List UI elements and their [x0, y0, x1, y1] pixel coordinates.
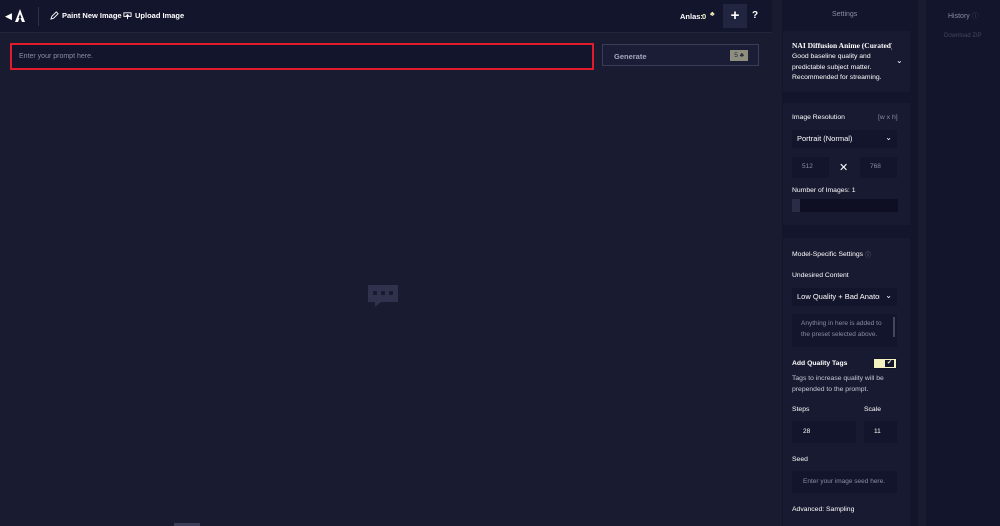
number-of-images-value: 1: [851, 187, 856, 194]
history-title-text: History: [948, 13, 970, 20]
textarea-scrollbar[interactable]: [893, 317, 895, 337]
seed-input[interactable]: Enter your image seed here.: [792, 471, 897, 493]
steps-input[interactable]: 28: [792, 421, 856, 443]
seed-label: Seed: [792, 456, 808, 463]
undesired-preset: Low Quality + Bad Anatomy: [797, 292, 880, 301]
anlas-value: 0: [702, 12, 707, 21]
undesired-placeholder: Anything in here is added to the preset …: [801, 320, 882, 338]
pencil-icon: [50, 11, 59, 20]
undesired-preset-select[interactable]: Low Quality + Bad Anatomy ⌄: [792, 288, 897, 306]
scale-label: Scale: [864, 406, 882, 413]
anlas-label: Anlas:: [680, 12, 703, 21]
advanced-sampling-label[interactable]: Advanced: Sampling: [792, 506, 854, 513]
resolution-hint: [w x h]: [878, 114, 898, 121]
number-of-images-text: Number of Images:: [792, 187, 850, 194]
chevron-down-icon: ⌄: [885, 291, 892, 300]
generate-cost-value: 5: [734, 52, 738, 59]
quality-tags-description: Tags to increase quality will be prepend…: [792, 375, 884, 393]
model-specific-title: Model-Specific Settings: [792, 251, 864, 258]
resolution-label: Image Resolution: [792, 114, 845, 121]
height-value: 768: [870, 163, 881, 170]
chevron-down-icon[interactable]: ⌄: [896, 56, 903, 65]
undesired-content-label: Undesired Content: [792, 272, 849, 279]
scale-value: 11: [874, 428, 881, 435]
model-description: Good baseline quality and predictable su…: [792, 53, 882, 81]
anlas-icon: ♣: [710, 11, 715, 18]
back-arrow-icon[interactable]: ◀: [5, 10, 13, 22]
steps-label: Steps: [792, 406, 810, 413]
resolution-select[interactable]: Portrait (Normal) ⌄: [792, 130, 897, 148]
generate-button[interactable]: Generate 5 ♣: [602, 44, 759, 66]
info-icon[interactable]: ⓘ: [865, 250, 871, 259]
prompt-field-wrapper: [10, 43, 594, 70]
info-icon[interactable]: ⓘ: [972, 13, 979, 20]
number-of-images-slider[interactable]: [792, 199, 898, 212]
divider: [38, 7, 39, 26]
paint-new-image-button[interactable]: Paint New Image: [50, 11, 122, 20]
download-zip-button[interactable]: Download ZIP: [944, 33, 982, 39]
chat-bubble-icon: [368, 285, 398, 307]
width-value: 512: [802, 163, 813, 170]
model-name: NAI Diffusion Anime (Curated): [792, 41, 892, 50]
generate-cost-badge: 5 ♣: [730, 50, 748, 61]
chevron-down-icon: ⌄: [885, 133, 892, 142]
upload-icon: [123, 12, 132, 20]
top-bar: ◀ Paint New Image Upload Image Anlas: 0 …: [0, 0, 772, 33]
resolution-preset: Portrait (Normal): [797, 134, 853, 143]
history-panel: [926, 0, 1000, 526]
upload-image-label: Upload Image: [135, 11, 185, 20]
times-icon: ✕: [839, 162, 849, 174]
steps-value: 28: [803, 428, 811, 435]
seed-placeholder: Enter your image seed here.: [803, 478, 886, 485]
height-input[interactable]: 768: [860, 157, 897, 178]
undesired-content-textarea[interactable]: Anything in here is added to the preset …: [792, 314, 897, 347]
add-anlas-button[interactable]: +: [723, 4, 747, 28]
scale-input[interactable]: 11: [864, 421, 897, 443]
number-of-images-label: Number of Images: 1: [792, 187, 855, 194]
paint-new-image-label: Paint New Image: [62, 11, 122, 20]
history-title: History ⓘ: [948, 11, 979, 21]
settings-title: Settings: [832, 11, 858, 18]
upload-image-button[interactable]: Upload Image: [123, 11, 184, 20]
quality-tags-toggle[interactable]: ✔: [873, 358, 897, 369]
quality-tags-label: Add Quality Tags: [792, 360, 848, 367]
logo-icon[interactable]: [14, 9, 26, 23]
width-input[interactable]: 512: [792, 157, 829, 178]
help-button[interactable]: ?: [752, 10, 758, 21]
generate-label: Generate: [614, 52, 647, 61]
prompt-input[interactable]: [12, 45, 592, 68]
check-icon: ✔: [885, 360, 894, 367]
slider-fill: [792, 199, 801, 212]
